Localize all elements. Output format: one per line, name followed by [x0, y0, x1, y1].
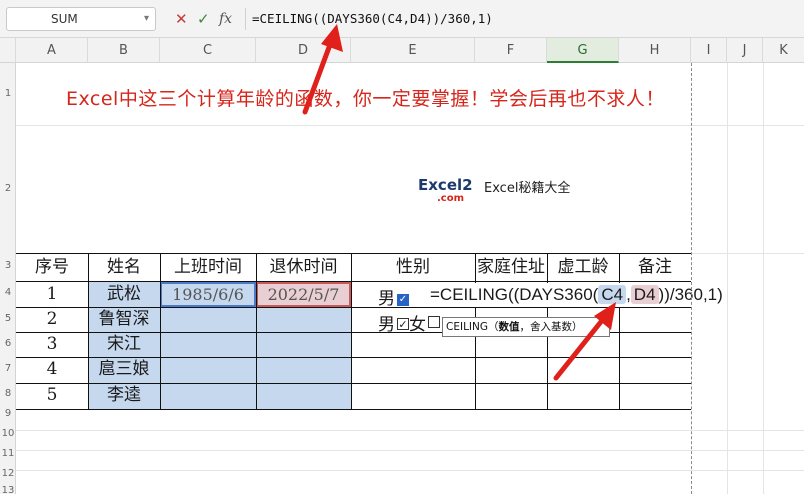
name-box[interactable]: SUM ▾ [6, 7, 156, 31]
logo-main-text: Excel2 [418, 176, 473, 194]
formula-bar-divider [245, 8, 246, 30]
grid-line [763, 63, 764, 494]
header-cell[interactable]: 序号 [16, 255, 88, 280]
page-break-line [691, 63, 692, 494]
row-header-7[interactable]: 7 [0, 363, 16, 374]
row-header-5[interactable]: 5 [0, 313, 16, 324]
edit-ref-d4[interactable]: D4 [630, 285, 659, 304]
arrow-to-cell-editor-icon [553, 302, 616, 381]
insert-function-icon[interactable]: fx [219, 9, 232, 29]
table-row-no[interactable]: 2 [16, 307, 88, 332]
formula-bar: SUM ▾ ✕ ✓ fx =CEILING((DAYS360(C4,D4))/3… [0, 0, 804, 38]
column-header-f[interactable]: F [475, 38, 547, 63]
table-border [16, 253, 691, 254]
table-row-name[interactable]: 武松 [88, 282, 160, 307]
row-header-2[interactable]: 2 [0, 183, 16, 194]
annotation-arrows [302, 24, 616, 381]
row-header-13[interactable]: 13 [0, 485, 16, 494]
column-header-i[interactable]: I [691, 38, 727, 63]
check-icon[interactable]: ✓ [197, 9, 210, 29]
tooltip-function-name: CEILING（ [446, 321, 499, 333]
logo-caption: Excel秘籍大全 [484, 181, 571, 196]
header-cell[interactable]: 性别 [351, 255, 475, 280]
checkbox-icon[interactable] [428, 316, 440, 328]
row-header-bar: 1 2 3 4 5 6 7 8 9 10 11 12 13 [0, 63, 16, 494]
table-row-no[interactable]: 4 [16, 357, 88, 382]
table-row-name[interactable]: 扈三娘 [88, 357, 160, 382]
column-header-e[interactable]: E [351, 38, 475, 63]
tooltip-rest: ，舍入基数） [519, 321, 583, 333]
column-header-h[interactable]: H [619, 38, 691, 63]
column-header-a[interactable]: A [16, 38, 88, 63]
column-header-d[interactable]: D [256, 38, 351, 63]
row-header-4[interactable]: 4 [0, 287, 16, 298]
checkbox-checked-icon[interactable]: ✓ [397, 294, 409, 306]
header-cell[interactable]: 备注 [619, 255, 691, 280]
row-header-10[interactable]: 10 [0, 428, 16, 439]
row-header-3[interactable]: 3 [0, 260, 16, 271]
table-row-no[interactable]: 3 [16, 332, 88, 357]
table-border [16, 409, 691, 410]
row-header-11[interactable]: 11 [0, 448, 16, 459]
gender-male-label: 男 [378, 289, 395, 309]
header-cell[interactable]: 家庭住址 [475, 255, 547, 280]
close-icon[interactable]: ✕ [175, 9, 188, 29]
grid-line [727, 63, 728, 494]
header-cell[interactable]: 姓名 [88, 255, 160, 280]
column-header-bar: A B C D E F G H I J K [0, 38, 804, 63]
header-cell[interactable]: 上班时间 [160, 255, 256, 280]
edit-formula-prefix: =CEILING((DAYS360( [430, 285, 599, 304]
gender-row2: 男 ✓女 [378, 310, 440, 335]
cell-g4-editor[interactable]: =CEILING((DAYS360(C4, D4))/360,1) [430, 283, 727, 307]
grid-line [16, 470, 804, 471]
row-header-1[interactable]: 1 [0, 88, 16, 99]
table-row-name[interactable]: 鲁智深 [88, 307, 160, 332]
column-header-g[interactable]: G [547, 38, 619, 63]
gender-male-label: 男 [378, 315, 395, 335]
formula-input[interactable]: =CEILING((DAYS360(C4,D4))/360,1) [252, 8, 800, 30]
table-row-no[interactable]: 1 [16, 282, 88, 307]
select-all-corner[interactable] [0, 38, 16, 63]
row-header-9[interactable]: 9 [0, 408, 16, 419]
checkbox-checked-icon[interactable]: ✓ [397, 318, 409, 330]
header-cell[interactable]: 虚工龄 [547, 255, 619, 280]
header-cell[interactable]: 退休时间 [256, 255, 351, 280]
row-header-8[interactable]: 8 [0, 388, 16, 399]
grid-line [16, 450, 804, 451]
grid-line [16, 430, 804, 431]
gender-female-label: 女 [409, 315, 426, 335]
column-header-b[interactable]: B [88, 38, 160, 63]
table-row-no[interactable]: 5 [16, 383, 88, 408]
chevron-down-icon[interactable]: ▾ [144, 8, 149, 30]
grid-line [16, 125, 804, 126]
cell-c4-value[interactable]: 1985/6/6 [160, 282, 256, 307]
table-row-name[interactable]: 李逵 [88, 383, 160, 408]
function-tooltip[interactable]: CEILING（数值，舍入基数） [442, 317, 610, 337]
table-row-name[interactable]: 宋江 [88, 332, 160, 357]
column-header-k[interactable]: K [763, 38, 804, 63]
row-header-6[interactable]: 6 [0, 338, 16, 349]
cell-d4-value[interactable]: 2022/5/7 [256, 282, 351, 307]
column-header-c[interactable]: C [160, 38, 256, 63]
gender-row1: 男 ✓ [378, 284, 409, 309]
tooltip-current-arg: 数值 [498, 321, 520, 333]
excel2-logo: Excel2 .com [418, 176, 473, 207]
column-header-j[interactable]: J [727, 38, 763, 63]
logo-sub-text: .com [436, 193, 464, 204]
row-header-12[interactable]: 12 [0, 468, 16, 479]
sheet-title: Excel中这三个计算年龄的函数，你一定要掌握！学会后再也不求人！ [66, 88, 665, 110]
edit-ref-c4[interactable]: C4 [598, 285, 627, 304]
name-box-value: SUM [51, 12, 78, 26]
